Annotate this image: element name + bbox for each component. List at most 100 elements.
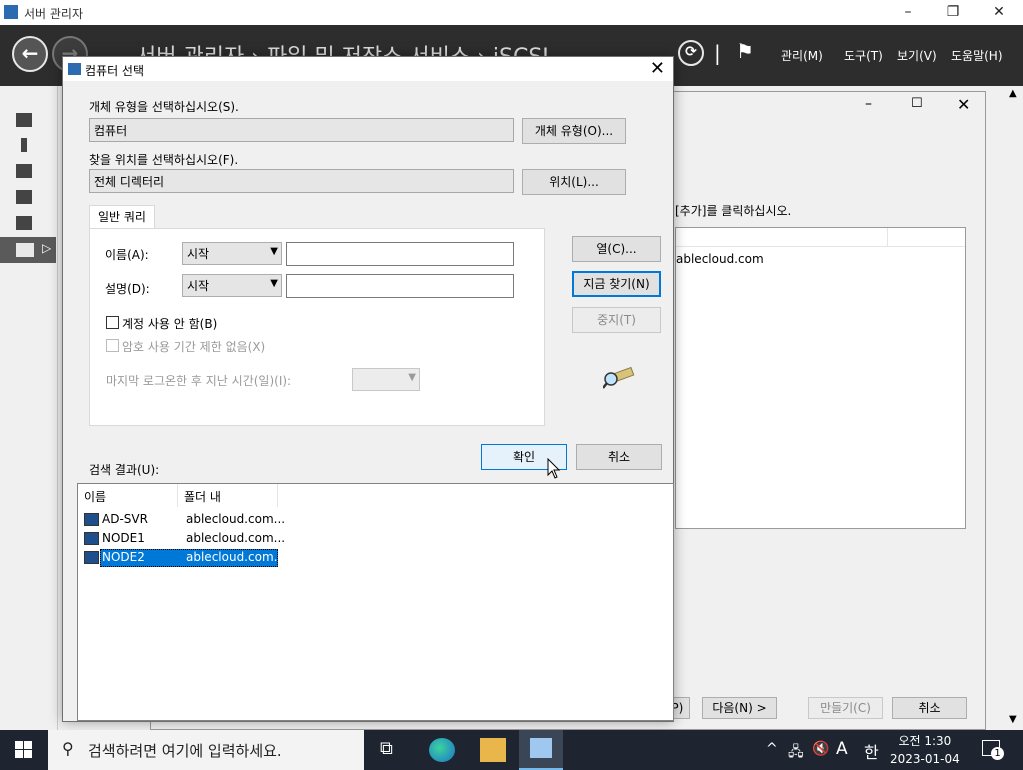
taskbar-search-box[interactable]: ⚲ 검색하려면 여기에 입력하세요. — [48, 730, 364, 770]
column-header-folder[interactable]: 폴더 내 — [178, 484, 278, 507]
description-label: 설명(D): — [105, 282, 150, 296]
clock-time: 오전 1:30 — [898, 734, 952, 748]
file-storage-icon[interactable] — [16, 190, 32, 204]
chevron-down-icon: ▼ — [270, 246, 278, 257]
name-label: 이름(A): — [105, 248, 149, 262]
file-services-icon — [16, 243, 34, 257]
scroll-down-icon[interactable]: ▼ — [1009, 714, 1017, 725]
next-button[interactable]: 다음(N) > — [702, 697, 777, 719]
wizard-cancel-button[interactable]: 취소 — [892, 697, 967, 719]
wizard-target-list[interactable]: ablecloud.com — [675, 227, 966, 529]
row-folder: ablecloud.com... — [186, 550, 286, 564]
ime-mode-indicator[interactable]: A — [836, 739, 848, 759]
results-label: 검색 결과(U): — [89, 463, 160, 477]
search-results-list[interactable]: 이름 폴더 내 AD-SVR ablecloud.com... NODE1 ab… — [77, 483, 674, 721]
separator: | — [714, 41, 721, 65]
row-name: AD-SVR — [102, 512, 148, 526]
search-icon: ⚲ — [62, 739, 74, 758]
location-field: 전체 디렉터리 — [89, 169, 514, 193]
server-manager-app-icon — [4, 5, 18, 19]
cancel-button[interactable]: 취소 — [576, 444, 662, 470]
sidebar: ▷ — [0, 86, 58, 730]
sidebar-item-active[interactable]: ▷ — [0, 237, 56, 263]
windows-start-icon[interactable] — [15, 741, 32, 761]
all-servers-icon[interactable] — [16, 164, 32, 178]
edge-browser-icon[interactable] — [429, 738, 455, 762]
row-folder: ablecloud.com... — [186, 531, 286, 545]
table-row-selected[interactable]: NODE2 ablecloud.com... — [82, 549, 286, 567]
name-condition-select[interactable]: 시작 ▼ — [182, 242, 282, 265]
select-computer-dialog: 컴퓨터 선택 ✕ 개체 유형을 선택하십시오(S). 컴퓨터 개체 유형(O).… — [62, 56, 674, 722]
flag-notification-icon[interactable]: ⚑ — [736, 39, 754, 63]
last-logon-select[interactable]: ▼ — [352, 368, 420, 391]
refresh-icon[interactable]: ⟳ — [678, 40, 704, 66]
volume-muted-icon[interactable]: 🔇 — [812, 741, 829, 757]
ime-language-indicator[interactable]: 한 — [864, 739, 879, 763]
dialog-app-icon — [68, 63, 81, 75]
menu-view[interactable]: 보기(V) — [897, 47, 937, 64]
find-now-button[interactable]: 지금 찾기(N) — [572, 271, 661, 297]
description-condition-select[interactable]: 시작 ▼ — [182, 274, 282, 297]
server-manager-taskbar-icon[interactable] — [519, 730, 563, 770]
restore-button[interactable]: ❐ — [933, 2, 973, 22]
last-logon-label: 마지막 로그온한 후 지난 시간(일)(I): — [106, 374, 292, 388]
main-scrollbar[interactable]: ▲ ▼ — [1006, 86, 1023, 730]
menu-tools[interactable]: 도구(T) — [844, 47, 883, 64]
computer-icon — [84, 532, 99, 545]
chevron-up-icon[interactable]: ^ — [766, 741, 778, 757]
column-header-name[interactable]: 이름 — [78, 484, 178, 507]
network-icon[interactable]: 🖧 — [788, 741, 804, 765]
server-manager-glyph — [530, 738, 552, 758]
minimize-button[interactable]: – — [888, 2, 928, 22]
row-name: NODE1 — [102, 531, 145, 545]
dialog-title: 컴퓨터 선택 — [85, 64, 145, 78]
stop-button[interactable]: 중지(T) — [572, 307, 661, 333]
wizard-maximize-button[interactable]: ☐ — [911, 96, 923, 111]
back-arrow-icon[interactable]: ← — [12, 36, 48, 72]
notification-count-badge: 1 — [991, 747, 1004, 760]
file-explorer-icon[interactable] — [480, 738, 506, 762]
dialog-close-icon[interactable]: ✕ — [650, 58, 665, 79]
description-input[interactable] — [286, 274, 514, 298]
disabled-accounts-label: 계정 사용 안 함(B) — [122, 317, 218, 331]
create-button[interactable]: 만들기(C) — [808, 697, 883, 719]
list-header — [676, 228, 965, 247]
tab-common-queries[interactable]: 일반 쿼리 — [89, 205, 155, 229]
menu-help[interactable]: 도움말(H) — [951, 47, 1003, 64]
scroll-up-icon[interactable]: ▲ — [1009, 88, 1017, 99]
taskbar: ⚲ 검색하려면 여기에 입력하세요. ⧉ ^ 🖧 🔇 A 한 오전 1:30 2… — [0, 730, 1023, 770]
disabled-accounts-checkbox[interactable] — [106, 316, 119, 329]
mouse-cursor-icon — [547, 457, 561, 484]
local-server-icon[interactable] — [21, 138, 27, 152]
object-type-label: 개체 유형을 선택하십시오(S). — [89, 100, 239, 114]
wizard-close-button[interactable]: ✕ — [957, 95, 970, 114]
common-queries-panel: 이름(A): 시작 ▼ 설명(D): 시작 ▼ 계정 사용 안 함(B) 암호 … — [89, 228, 545, 426]
task-view-icon[interactable]: ⧉ — [380, 738, 406, 762]
search-magnifier-icon — [602, 363, 635, 389]
object-type-button[interactable]: 개체 유형(O)... — [522, 118, 626, 144]
clock-date: 2023-01-04 — [890, 752, 960, 766]
iis-icon[interactable] — [16, 216, 32, 230]
wizard-minimize-button[interactable]: – — [865, 96, 872, 112]
columns-button[interactable]: 열(C)... — [572, 236, 661, 262]
list-entry[interactable]: ablecloud.com — [676, 252, 764, 266]
menu-manage[interactable]: 관리(M) — [781, 47, 823, 64]
dashboard-icon[interactable] — [16, 113, 32, 127]
table-row[interactable]: NODE1 ablecloud.com... — [82, 530, 286, 548]
computer-icon — [84, 513, 99, 526]
description-condition-value: 시작 — [187, 279, 210, 293]
expand-arrow-icon: ▷ — [42, 241, 52, 255]
window-title: 서버 관리자 — [24, 7, 84, 21]
table-row[interactable]: AD-SVR ablecloud.com... — [82, 511, 285, 529]
location-label: 찾을 위치를 선택하십시오(F). — [89, 153, 239, 167]
close-button[interactable]: ✕ — [979, 2, 1019, 22]
notification-center-icon[interactable]: 1 — [982, 740, 1004, 760]
name-input[interactable] — [286, 242, 514, 266]
clock[interactable]: 오전 1:30 2023-01-04 — [890, 732, 960, 768]
non-expiring-password-checkbox[interactable] — [106, 339, 119, 352]
chevron-down-icon: ▼ — [408, 372, 416, 383]
computer-icon — [84, 551, 99, 564]
name-condition-value: 시작 — [187, 247, 210, 261]
location-button[interactable]: 위치(L)... — [522, 169, 626, 195]
non-expiring-password-label: 암호 사용 기간 제한 없음(X) — [122, 340, 266, 354]
